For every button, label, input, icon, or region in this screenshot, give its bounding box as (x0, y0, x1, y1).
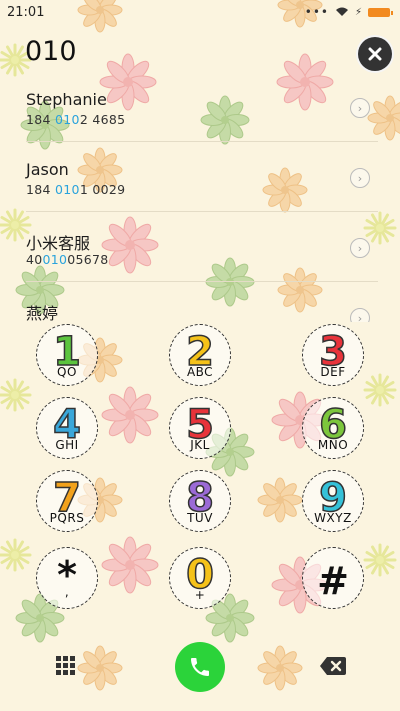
bottom-action-bar (0, 632, 400, 700)
key-0[interactable]: 0 + (169, 547, 231, 609)
contact-row[interactable]: 燕婷 › (0, 282, 400, 322)
status-time: 21:01 (7, 4, 45, 20)
contact-detail-icon[interactable]: › (350, 168, 370, 188)
key-digit: # (317, 559, 349, 603)
clear-input-button[interactable] (358, 37, 392, 71)
key-letters: , (64, 584, 70, 599)
battery-icon (368, 7, 393, 17)
contact-detail-icon[interactable]: › (350, 238, 370, 258)
key-letters: WXYZ (314, 510, 352, 525)
status-bar: 21:01 ••• ⚡ (0, 0, 400, 24)
phone-call-icon (191, 658, 209, 676)
key-letters: TUV (187, 510, 213, 525)
key-8[interactable]: 8 TUV (169, 470, 231, 532)
contact-name: 燕婷 (26, 304, 59, 322)
key-letters: PQRS (49, 510, 85, 525)
key-7[interactable]: 7 PQRS (36, 470, 98, 532)
wifi-icon (335, 7, 348, 16)
key-letters: + (194, 587, 206, 602)
close-icon (368, 47, 382, 61)
backspace-icon[interactable] (320, 656, 346, 676)
contact-name: 小米客服 (26, 234, 91, 253)
overflow-indicator: ••• (304, 5, 329, 19)
key-letters: QO (57, 364, 77, 379)
key-4[interactable]: 4 GHI (36, 397, 98, 459)
contact-row[interactable]: 小米客服 4001005678 › (0, 212, 400, 282)
dial-keypad: 1 QO 2 ABC 3 DEF 4 GHI 5 JKL 6 MNO 7 PQR… (0, 321, 400, 621)
charging-bolt-icon: ⚡ (354, 6, 362, 18)
status-icons: ••• ⚡ (304, 5, 393, 19)
contact-detail-icon[interactable]: › (350, 98, 370, 118)
key-hash[interactable]: # (302, 547, 364, 609)
contact-number: 4001005678 (26, 252, 109, 267)
contact-row[interactable]: Jason 184 0101 0029 › (0, 142, 400, 212)
dialpad-grid-icon[interactable] (56, 656, 76, 676)
key-2[interactable]: 2 ABC (169, 324, 231, 386)
contact-row[interactable]: Stephanie 184 0102 4685 › (0, 72, 400, 142)
key-letters: GHI (55, 437, 79, 452)
key-3[interactable]: 3 DEF (302, 324, 364, 386)
contact-name: Jason (26, 160, 69, 179)
contact-detail-icon[interactable]: › (350, 308, 370, 322)
key-6[interactable]: 6 MNO (302, 397, 364, 459)
key-letters: ABC (186, 364, 214, 379)
contact-number: 184 0101 0029 (26, 182, 126, 197)
key-letters: MNO (317, 437, 349, 452)
key-9[interactable]: 9 WXYZ (302, 470, 364, 532)
key-5[interactable]: 5 JKL (169, 397, 231, 459)
dialed-number[interactable]: 010 (25, 36, 77, 67)
call-button[interactable] (175, 642, 225, 692)
key-1[interactable]: 1 QO (36, 324, 98, 386)
contact-number: 184 0102 4685 (26, 112, 126, 127)
key-letters: JKL (190, 437, 210, 452)
key-star[interactable]: * , (36, 547, 98, 609)
contact-name: Stephanie (26, 90, 107, 109)
key-letters: DEF (320, 364, 346, 379)
contact-results-list[interactable]: Stephanie 184 0102 4685 › Jason 184 0101… (0, 72, 400, 322)
